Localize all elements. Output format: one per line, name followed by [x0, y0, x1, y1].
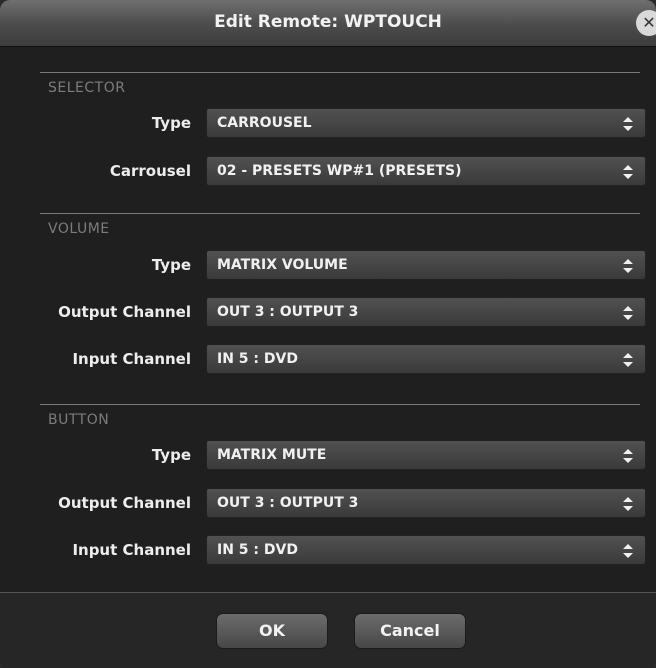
section-divider	[40, 404, 640, 405]
button-output-channel-select[interactable]: OUT 3 : OUTPUT 3	[206, 488, 646, 518]
volume-input-channel-select[interactable]: IN 5 : DVD	[206, 344, 646, 374]
close-icon[interactable]: ✕	[636, 10, 656, 36]
selector-type-label: Type	[151, 114, 191, 132]
updown-arrows-icon	[623, 165, 633, 179]
dialog-footer: OK Cancel	[0, 593, 656, 668]
volume-input-channel-label: Input Channel	[72, 350, 191, 368]
updown-arrows-icon	[623, 259, 633, 273]
volume-output-channel-select[interactable]: OUT 3 : OUTPUT 3	[206, 297, 646, 327]
button-type-value: MATRIX MUTE	[217, 447, 327, 463]
volume-type-label: Type	[151, 256, 191, 274]
volume-type-value: MATRIX VOLUME	[217, 257, 348, 273]
button-input-channel-value: IN 5 : DVD	[217, 542, 298, 558]
ok-button[interactable]: OK	[216, 613, 328, 649]
updown-arrows-icon	[623, 544, 633, 558]
volume-output-channel-label: Output Channel	[58, 303, 191, 321]
section-label-volume: VOLUME	[48, 221, 110, 237]
section-label-selector: SELECTOR	[48, 80, 126, 96]
selector-carrousel-select[interactable]: 02 - PRESETS WP#1 (PRESETS)	[206, 156, 646, 186]
selector-carrousel-label: Carrousel	[109, 162, 191, 180]
cancel-button[interactable]: Cancel	[354, 613, 466, 649]
button-type-select[interactable]: MATRIX MUTE	[206, 440, 646, 470]
selector-carrousel-value: 02 - PRESETS WP#1 (PRESETS)	[217, 163, 462, 179]
section-label-button: BUTTON	[48, 412, 110, 428]
volume-input-channel-value: IN 5 : DVD	[217, 351, 298, 367]
volume-output-channel-value: OUT 3 : OUTPUT 3	[217, 304, 359, 320]
title-bar: Edit Remote: WPTOUCH ✕	[0, 0, 656, 47]
edit-remote-dialog: Edit Remote: WPTOUCH ✕ SELECTOR Type CAR…	[0, 0, 656, 668]
button-output-channel-label: Output Channel	[58, 494, 191, 512]
button-output-channel-value: OUT 3 : OUTPUT 3	[217, 495, 359, 511]
volume-type-select[interactable]: MATRIX VOLUME	[206, 250, 646, 280]
updown-arrows-icon	[623, 449, 633, 463]
updown-arrows-icon	[623, 353, 633, 367]
dialog-title: Edit Remote: WPTOUCH	[214, 12, 442, 32]
selector-type-value: CARROUSEL	[217, 115, 312, 131]
section-divider	[40, 72, 640, 73]
button-input-channel-select[interactable]: IN 5 : DVD	[206, 535, 646, 565]
updown-arrows-icon	[623, 306, 633, 320]
updown-arrows-icon	[623, 497, 633, 511]
selector-type-select[interactable]: CARROUSEL	[206, 108, 646, 138]
button-input-channel-label: Input Channel	[72, 541, 191, 559]
updown-arrows-icon	[623, 117, 633, 131]
section-divider	[40, 213, 640, 214]
button-type-label: Type	[151, 446, 191, 464]
